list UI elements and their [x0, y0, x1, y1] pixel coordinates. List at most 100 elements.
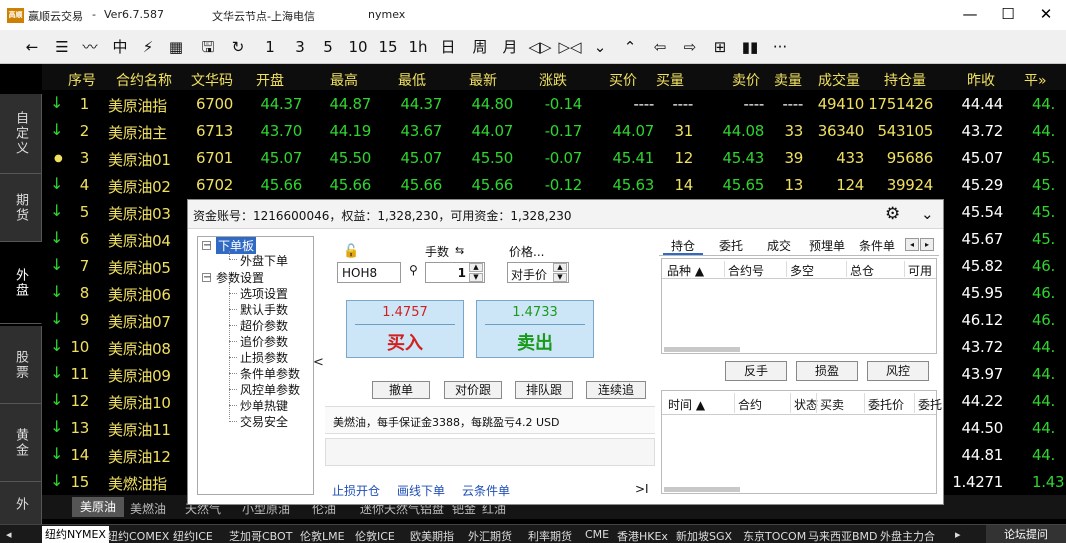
list-icon[interactable]: ☰ [50, 35, 74, 59]
subtab-1[interactable]: 美燃油 [130, 500, 166, 517]
zoom-in-icon[interactable]: ◁▷ [528, 35, 552, 59]
pos-col-0[interactable]: 品种 ▲ [667, 262, 704, 279]
side-tab-3[interactable]: 股票 [0, 326, 42, 404]
period-month[interactable]: 月 [498, 35, 522, 59]
col-header-5[interactable]: 最低 [398, 70, 426, 90]
reverse-button[interactable]: 反手 [725, 361, 787, 381]
tab-orders[interactable]: 委托 [711, 237, 751, 255]
market-tab-7[interactable]: 外汇期货 [468, 528, 512, 543]
side-tab-1[interactable]: 期货 [0, 174, 42, 242]
market-tab-3[interactable]: 芝加哥CBOT [229, 528, 292, 543]
col-header-12[interactable]: 成交量 [818, 70, 860, 90]
order-col-1[interactable]: 合约 [738, 396, 762, 413]
tab-preorders[interactable]: 预埋单 [805, 237, 849, 255]
gear-icon[interactable]: ⚙ [885, 204, 900, 224]
pos-col-2[interactable]: 多空 [790, 262, 814, 279]
grid-icon[interactable]: ▦ [164, 35, 188, 59]
market-tab-11[interactable]: 新加坡SGX [676, 528, 732, 543]
lock-icon[interactable]: 🔓 [343, 244, 359, 259]
kline-icon[interactable]: 中 [108, 35, 132, 59]
pos-col-3[interactable]: 总仓 [850, 262, 874, 279]
tree-setting-2[interactable]: 超价参数 [240, 317, 288, 334]
col-header-9[interactable]: 买量 [656, 70, 684, 90]
chase-price-button[interactable]: 对价跟 [444, 381, 502, 399]
period-5[interactable]: 5 [316, 35, 340, 59]
market-tab-14[interactable]: 外盘主力合 [880, 528, 935, 543]
tree-setting-5[interactable]: 条件单参数 [240, 365, 300, 382]
side-tab-0[interactable]: 自定义 [0, 94, 42, 174]
market-tab-10[interactable]: 香港HKEx [617, 528, 668, 543]
cancel-order-button[interactable]: 撤单 [372, 381, 430, 399]
period-1h[interactable]: 1h [406, 35, 430, 59]
price-mode-select[interactable]: 对手价 ▲ ▼ [507, 262, 569, 283]
col-header-15[interactable]: 平» [1024, 70, 1047, 90]
collapse-panel-icon[interactable]: < [313, 355, 324, 370]
pos-col-1[interactable]: 合约号 [728, 262, 764, 279]
chevron-down-icon[interactable]: ⌄ [921, 205, 934, 223]
tab-positions[interactable]: 持仓 [663, 237, 703, 255]
col-header-11[interactable]: 卖量 [774, 70, 802, 90]
side-tab-2[interactable]: 外盘 [0, 242, 42, 324]
market-tab-0[interactable]: 纽约NYMEX [42, 526, 109, 543]
flash-icon[interactable]: ⚡ [136, 35, 160, 59]
swap-icon[interactable]: ⇆ [455, 244, 464, 257]
expand-links-icon[interactable]: >I [635, 482, 649, 496]
tree-setting-3[interactable]: 追价参数 [240, 333, 288, 350]
tree-setting-6[interactable]: 风控单参数 [240, 381, 300, 398]
tab-prev-icon[interactable]: ◂ [905, 238, 919, 251]
cloud-condition-link[interactable]: 云条件单 [462, 482, 510, 499]
order-col-4[interactable]: 委托价 [868, 396, 904, 413]
save-icon[interactable]: 🖫 [196, 35, 220, 59]
col-header-4[interactable]: 最高 [330, 70, 358, 90]
period-day[interactable]: 日 [436, 35, 460, 59]
sell-button[interactable]: 1.4733 卖出 [476, 300, 594, 358]
market-tab-6[interactable]: 欧美期指 [410, 528, 454, 543]
scroll-right-icon[interactable]: ▸ [955, 528, 961, 541]
back-icon[interactable]: ← [20, 35, 44, 59]
market-tab-13[interactable]: 马来西亚BMD [808, 528, 878, 543]
pos-col-4[interactable]: 可用 [908, 262, 932, 279]
col-header-13[interactable]: 持仓量 [884, 70, 926, 90]
subtab-0[interactable]: 美原油 [72, 497, 125, 517]
col-header-7[interactable]: 涨跌 [539, 70, 567, 90]
tree-expand-icon[interactable]: − [202, 273, 211, 283]
market-tab-1[interactable]: 纽约COMEX [107, 528, 169, 543]
tree-setting-8[interactable]: 交易安全 [240, 413, 288, 430]
market-tab-5[interactable]: 伦敦ICE [355, 528, 395, 543]
col-header-1[interactable]: 合约名称 [116, 70, 172, 90]
order-col-0[interactable]: 时间 ▲ [668, 396, 705, 413]
order-col-5[interactable]: 委托 [918, 396, 942, 413]
forum-button[interactable]: 论坛提问 [986, 525, 1066, 543]
table-row[interactable]: ↓ 2 美原油主 6713 43.70 44.19 43.67 44.07 -0.17 44.07… [42, 117, 1066, 144]
h-scrollbar[interactable] [664, 487, 740, 492]
tree-setting-4[interactable]: 止损参数 [240, 349, 288, 366]
col-header-10[interactable]: 卖价 [732, 70, 760, 90]
col-header-0[interactable]: 序号 [68, 70, 96, 90]
col-header-3[interactable]: 开盘 [256, 70, 284, 90]
queue-follow-button[interactable]: 排队跟 [515, 381, 573, 399]
chevron-up-icon[interactable]: ⌃ [618, 35, 642, 59]
tree-foreign-order[interactable]: 外盘下单 [240, 252, 288, 269]
price-up-icon[interactable]: ▲ [553, 263, 567, 272]
scroll-left-icon[interactable]: ◂ [6, 528, 12, 541]
risk-control-button[interactable]: 风控 [867, 361, 929, 381]
tab-trades[interactable]: 成交 [759, 237, 799, 255]
stop-profit-button[interactable]: 损盈 [796, 361, 858, 381]
col-header-2[interactable]: 文华码 [191, 70, 233, 90]
order-col-2[interactable]: 状态 [794, 396, 818, 413]
layout-icon[interactable]: ⊞ [708, 35, 732, 59]
tree-setting-0[interactable]: 选项设置 [240, 285, 288, 302]
period-10[interactable]: 10 [346, 35, 370, 59]
col-header-14[interactable]: 昨收 [967, 70, 995, 90]
qty-input[interactable]: 1 ▲ ▼ [425, 262, 485, 283]
col-header-6[interactable]: 最新 [469, 70, 497, 90]
table-row[interactable]: ↓ 4 美原油02 6702 45.66 45.66 45.66 45.66 -0.12 45.6… [42, 171, 1066, 198]
tree-settings[interactable]: 参数设置 [216, 269, 264, 286]
period-3[interactable]: 3 [288, 35, 312, 59]
market-tab-8[interactable]: 利率期货 [528, 528, 572, 543]
close-button[interactable]: ✕ [1031, 4, 1061, 24]
qty-up-icon[interactable]: ▲ [469, 263, 483, 272]
buy-button[interactable]: 1.4757 买入 [346, 300, 464, 358]
bars-icon[interactable]: ▮▮ [738, 35, 762, 59]
chart-line-icon[interactable]: 〰 [78, 35, 102, 59]
